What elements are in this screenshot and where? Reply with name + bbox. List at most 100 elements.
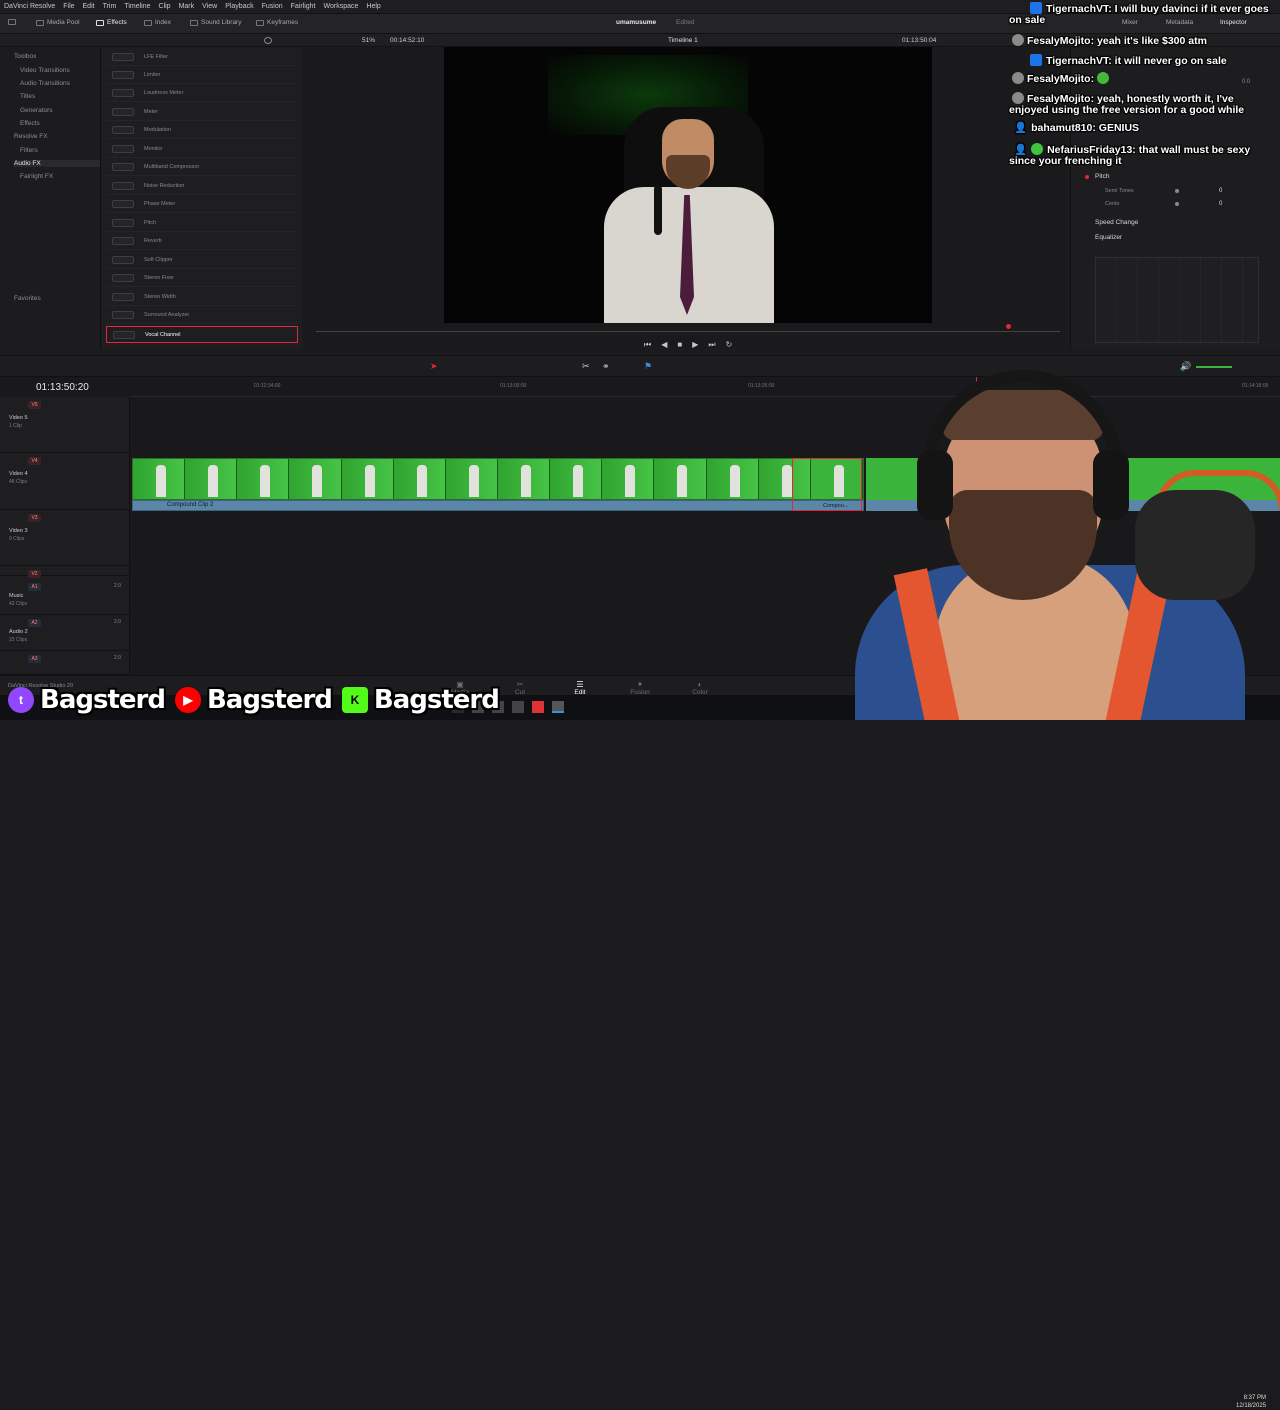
taskbar-app-icon[interactable] (552, 701, 564, 713)
index-button[interactable]: Index (144, 19, 171, 26)
effect-item[interactable]: Reverb (106, 233, 298, 250)
page-color[interactable]: ◐ Color (680, 680, 720, 696)
track-v2[interactable]: V2 (0, 566, 130, 578)
media-pool-button[interactable]: Media Pool (36, 19, 80, 26)
flag-icon[interactable]: ⚑ (644, 361, 652, 372)
zoom-level[interactable]: 51% (362, 37, 375, 44)
menu-edit[interactable]: Edit (83, 3, 95, 10)
twitch-icon: t (8, 687, 34, 713)
effects-button[interactable]: Effects (96, 19, 127, 26)
pitch-header[interactable]: Pitch (1095, 173, 1109, 180)
tree-favorites[interactable]: Favorites (14, 295, 41, 302)
menu-mark[interactable]: Mark (179, 3, 195, 10)
effect-item[interactable]: Noise Reduction (106, 178, 298, 195)
menu-app[interactable]: DaVinci Resolve (4, 3, 55, 10)
effect-item[interactable]: Meter (106, 104, 298, 121)
menu-file[interactable]: File (63, 3, 74, 10)
compound-clip-label[interactable]: Compound Clip 2 (132, 500, 864, 511)
cents-value[interactable]: 0 (1219, 201, 1222, 207)
chat-message-cont: on sale (1009, 14, 1046, 26)
viewer-scrubber[interactable] (316, 331, 1060, 332)
effect-item-selected[interactable]: Vocal Channel (106, 326, 298, 343)
taskbar-app-icon[interactable] (512, 701, 524, 713)
tree-effects[interactable]: Effects (20, 120, 40, 127)
play-icon[interactable]: ▶ (692, 340, 698, 350)
tree-audio-fx[interactable]: Audio FX (14, 160, 100, 167)
track-headers: V5 Video 5 1 Clip V4 Video 4 48 Clips V3… (0, 397, 130, 675)
track-v4[interactable]: V4 Video 4 48 Clips (0, 453, 130, 510)
effect-thumb-icon (112, 53, 134, 61)
ruler-label: 01:13:00:00 (500, 383, 527, 389)
tree-filters[interactable]: Filters (20, 147, 38, 154)
timeline-selector[interactable]: Timeline 1 (668, 37, 698, 44)
effect-item[interactable]: Pitch (106, 215, 298, 232)
ruler-label: 01:12:34:00 (254, 383, 281, 389)
stop-icon[interactable]: ■ (677, 340, 682, 350)
speed-change-header[interactable]: Speed Change (1095, 219, 1138, 226)
effect-item[interactable]: Stereo Fixer (106, 270, 298, 287)
menu-timeline[interactable]: Timeline (124, 3, 150, 10)
chat-message: FesalyMojito: yeah it's like $300 atm (1012, 34, 1207, 48)
effect-item[interactable]: Soft Clipper (106, 252, 298, 269)
track-v5[interactable]: V5 Video 5 1 Clip (0, 397, 130, 453)
play-reverse-icon[interactable]: ◀ (661, 340, 667, 350)
source-timecode: 00:14:52:10 (390, 37, 425, 44)
link-icon[interactable]: ⚭ (602, 361, 610, 372)
menu-playback[interactable]: Playback (225, 3, 253, 10)
sound-library-button[interactable]: Sound Library (190, 19, 241, 26)
cents-slider[interactable] (1175, 202, 1179, 206)
effect-item[interactable]: Modulation (106, 122, 298, 139)
page-cut[interactable]: ✂ Cut (500, 680, 540, 696)
effect-item[interactable]: Phase Meter (106, 196, 298, 213)
effect-item[interactable]: Limiter (106, 67, 298, 84)
effect-item[interactable]: Loudness Meter (106, 85, 298, 102)
selection-tool-icon[interactable]: ➤ (430, 361, 438, 372)
menu-help[interactable]: Help (366, 3, 380, 10)
video-clip-strip[interactable] (132, 458, 864, 500)
transport-controls: ⏮ ◀ ■ ▶ ⏭ ↻ (644, 340, 732, 350)
page-fusion[interactable]: ✦ Fusion (620, 680, 660, 696)
tree-audio-transitions[interactable]: Audio Transitions (20, 80, 70, 87)
search-icon[interactable] (264, 37, 272, 44)
menu-fusion[interactable]: Fusion (262, 3, 283, 10)
skip-back-icon[interactable]: ⏮ (644, 340, 651, 350)
skip-forward-icon[interactable]: ⏭ (708, 340, 715, 350)
razor-icon[interactable]: ✂ (582, 361, 590, 372)
tree-titles[interactable]: Titles (20, 93, 35, 100)
avatar (1012, 34, 1024, 46)
semi-tones-slider[interactable] (1175, 189, 1179, 193)
tree-generators[interactable]: Generators (20, 107, 53, 114)
effect-item[interactable]: Surround Analyzer (106, 307, 298, 324)
chat-message: TigernachVT: it will never go on sale (1030, 54, 1227, 68)
tree-fairlight-fx[interactable]: Fairlight FX (20, 173, 53, 180)
menu-workspace[interactable]: Workspace (324, 3, 359, 10)
keyframes-button[interactable]: Keyframes (256, 19, 298, 26)
menu-clip[interactable]: Clip (159, 3, 171, 10)
pitch-enable-icon[interactable] (1085, 175, 1089, 179)
track-a1[interactable]: A1 Music 42 Clips 2.0 (0, 579, 130, 615)
tree-toolbox[interactable]: Toolbox (14, 53, 36, 60)
semi-tones-value[interactable]: 0 (1219, 188, 1222, 194)
menu-trim[interactable]: Trim (103, 3, 117, 10)
equalizer-header[interactable]: Equalizer (1095, 234, 1122, 241)
playhead-marker[interactable] (1006, 324, 1011, 329)
loop-icon[interactable]: ↻ (726, 340, 733, 350)
effect-item[interactable]: Stereo Width (106, 289, 298, 306)
track-a3[interactable]: A3 2.0 (0, 651, 130, 675)
effect-item[interactable]: Multiband Compressor (106, 159, 298, 176)
menu-fairlight[interactable]: Fairlight (291, 3, 316, 10)
track-v3[interactable]: V3 Video 3 9 Clips (0, 510, 130, 566)
effect-item[interactable]: LFE Filter (106, 49, 298, 66)
tree-resolve-fx[interactable]: Resolve FX (14, 133, 48, 140)
stream-chat: TigernachVT: I will buy davinci if it ev… (1008, 0, 1280, 172)
clip-frame (602, 459, 655, 499)
equalizer-graph[interactable] (1095, 257, 1259, 343)
track-a2[interactable]: A2 Audio 2 23 Clips 2.0 (0, 615, 130, 651)
expand-icon[interactable] (8, 19, 16, 25)
menu-view[interactable]: View (202, 3, 217, 10)
tree-video-transitions[interactable]: Video Transitions (20, 67, 70, 74)
effect-item[interactable]: Monitor (106, 141, 298, 158)
taskbar-app-icon[interactable] (532, 701, 544, 713)
video-preview[interactable] (444, 47, 932, 323)
system-clock[interactable]: 8:37 PM 12/18/2025 (1236, 1394, 1266, 1410)
